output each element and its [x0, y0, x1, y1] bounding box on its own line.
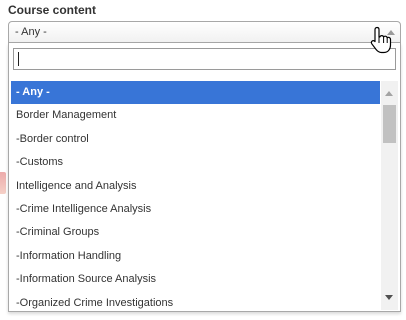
- option-information-source-analysis[interactable]: -Information Source Analysis: [11, 268, 380, 291]
- option-border-control[interactable]: -Border control: [11, 128, 380, 151]
- scrollbar-thumb[interactable]: [383, 105, 396, 143]
- search-input[interactable]: [13, 48, 396, 70]
- scroll-up-arrow-icon[interactable]: [385, 91, 393, 96]
- option-information-handling[interactable]: -Information Handling: [11, 245, 380, 268]
- option-border-management[interactable]: Border Management: [11, 104, 380, 127]
- option-organized-crime-investigations[interactable]: -Organized Crime Investigations: [11, 292, 380, 310]
- option-any[interactable]: - Any -: [11, 81, 380, 105]
- hand-pointer-icon: [370, 26, 392, 54]
- dropdown-panel: - Any - Border Management -Border contro…: [8, 43, 401, 312]
- course-content-select[interactable]: - Any -: [8, 21, 401, 43]
- option-customs[interactable]: -Customs: [11, 151, 380, 174]
- select-current-value: - Any -: [15, 26, 47, 38]
- option-intelligence-and-analysis[interactable]: Intelligence and Analysis: [11, 175, 380, 198]
- option-criminal-groups[interactable]: -Criminal Groups: [11, 221, 380, 244]
- scroll-down-arrow-icon[interactable]: [385, 295, 393, 300]
- field-label: Course content: [8, 3, 97, 17]
- option-crime-intelligence-analysis[interactable]: -Crime Intelligence Analysis: [11, 198, 380, 221]
- text-caret: [18, 52, 19, 66]
- list-scrollbar[interactable]: [381, 81, 398, 310]
- background-fragment: [0, 172, 6, 194]
- options-list: - Any - Border Management -Border contro…: [11, 81, 380, 310]
